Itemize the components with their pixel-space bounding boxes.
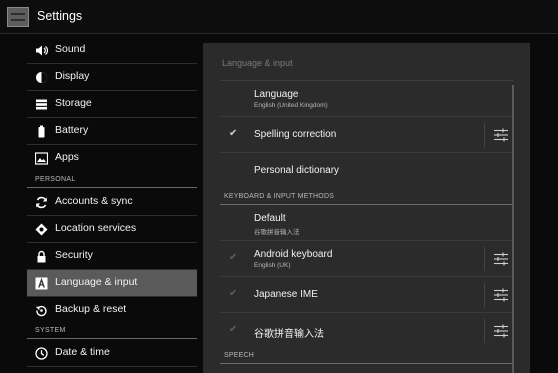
sidebar-item-battery[interactable]: Battery (27, 118, 197, 144)
android-keyboard-title: Android keyboard (254, 249, 333, 260)
settings-screen: Settings Sound Display Storage Battery A… (0, 0, 558, 373)
sidebar-item-label: Sound (55, 43, 86, 55)
personal-dictionary-title: Personal dictionary (254, 165, 340, 176)
sidebar-item-label: Battery (55, 124, 89, 136)
default-ime-title: Default (254, 213, 286, 224)
brightness-icon (35, 71, 48, 84)
scrollbar[interactable] (512, 85, 514, 373)
app-title: Settings (37, 9, 83, 23)
panel-title: Language & input (222, 58, 293, 68)
settings-sidebar: Sound Display Storage Battery Apps PERSO… (27, 36, 197, 373)
sidebar-item-location-services[interactable]: Location services (27, 216, 197, 242)
sidebar-item-display[interactable]: Display (27, 64, 197, 90)
clock-icon (35, 347, 48, 360)
battery-icon (35, 125, 48, 138)
language-input-panel: Language & input Language English (Unite… (203, 43, 530, 373)
check-icon[interactable]: ✔ (229, 128, 237, 139)
default-ime-row[interactable]: Default 谷歌拼音输入法 (220, 205, 514, 240)
sidebar-item-label: Accounts & sync (55, 195, 133, 207)
language-row[interactable]: Language English (United Kingdom) (220, 81, 514, 116)
sidebar-item-apps[interactable]: Apps (27, 145, 197, 171)
storage-icon (35, 98, 48, 111)
section-header-personal: PERSONAL (35, 176, 76, 183)
sidebar-item-label: Display (55, 70, 90, 82)
google-pinyin-row[interactable]: ✔ 谷歌拼音输入法 (220, 313, 514, 348)
sidebar-item-label: Storage (55, 97, 92, 109)
sidebar-item-label: Location services (55, 222, 137, 234)
apps-icon (35, 152, 48, 165)
check-icon[interactable]: ✔ (229, 288, 237, 299)
sidebar-item-language-input[interactable]: Language & input (27, 270, 197, 296)
sidebar-item-label: Security (55, 249, 93, 261)
sidebar-item-backup-reset[interactable]: Backup & reset (27, 297, 197, 323)
settings-sliders-icon[interactable] (492, 287, 510, 303)
section-header-system: SYSTEM (35, 327, 66, 334)
check-icon[interactable]: ✔ (229, 252, 237, 263)
japanese-ime-title: Japanese IME (254, 289, 318, 300)
sync-icon (35, 196, 48, 209)
android-keyboard-row[interactable]: ✔ Android keyboard English (UK) (220, 241, 514, 276)
sidebar-item-date-time[interactable]: Date & time (27, 340, 197, 366)
personal-dictionary-row[interactable]: Personal dictionary (220, 153, 514, 188)
sidebar-item-label: Date & time (55, 346, 110, 358)
google-pinyin-title: 谷歌拼音输入法 (254, 329, 324, 340)
settings-sliders-icon[interactable] (492, 251, 510, 267)
sidebar-item-sound[interactable]: Sound (27, 37, 197, 63)
default-ime-summary: 谷歌拼音输入法 (254, 229, 300, 236)
sidebar-item-storage[interactable]: Storage (27, 91, 197, 117)
settings-sliders-icon[interactable] (492, 127, 510, 143)
language-icon (35, 277, 48, 290)
language-summary: English (United Kingdom) (254, 102, 328, 109)
section-header-keyboard: KEYBOARD & INPUT METHODS (224, 193, 335, 200)
sidebar-item-label: Apps (55, 151, 79, 163)
check-icon[interactable]: ✔ (229, 324, 237, 335)
lock-icon (35, 250, 48, 263)
settings-app-icon[interactable] (7, 7, 29, 27)
sidebar-item-label: Backup & reset (55, 303, 127, 315)
action-bar: Settings (0, 0, 558, 34)
spelling-correction-row[interactable]: ✔ Spelling correction (220, 117, 514, 152)
settings-sliders-icon[interactable] (492, 323, 510, 339)
sidebar-item-accounts-sync[interactable]: Accounts & sync (27, 189, 197, 215)
speaker-icon (35, 44, 48, 57)
location-icon (35, 223, 48, 236)
sidebar-item-security[interactable]: Security (27, 243, 197, 269)
backup-icon (35, 304, 48, 317)
section-header-speech: SPEECH (224, 352, 254, 359)
sidebar-item-label: Language & input (55, 276, 138, 288)
spelling-correction-title: Spelling correction (254, 129, 337, 140)
japanese-ime-row[interactable]: ✔ Japanese IME (220, 277, 514, 312)
language-title: Language (254, 89, 299, 100)
android-keyboard-summary: English (UK) (254, 262, 291, 269)
